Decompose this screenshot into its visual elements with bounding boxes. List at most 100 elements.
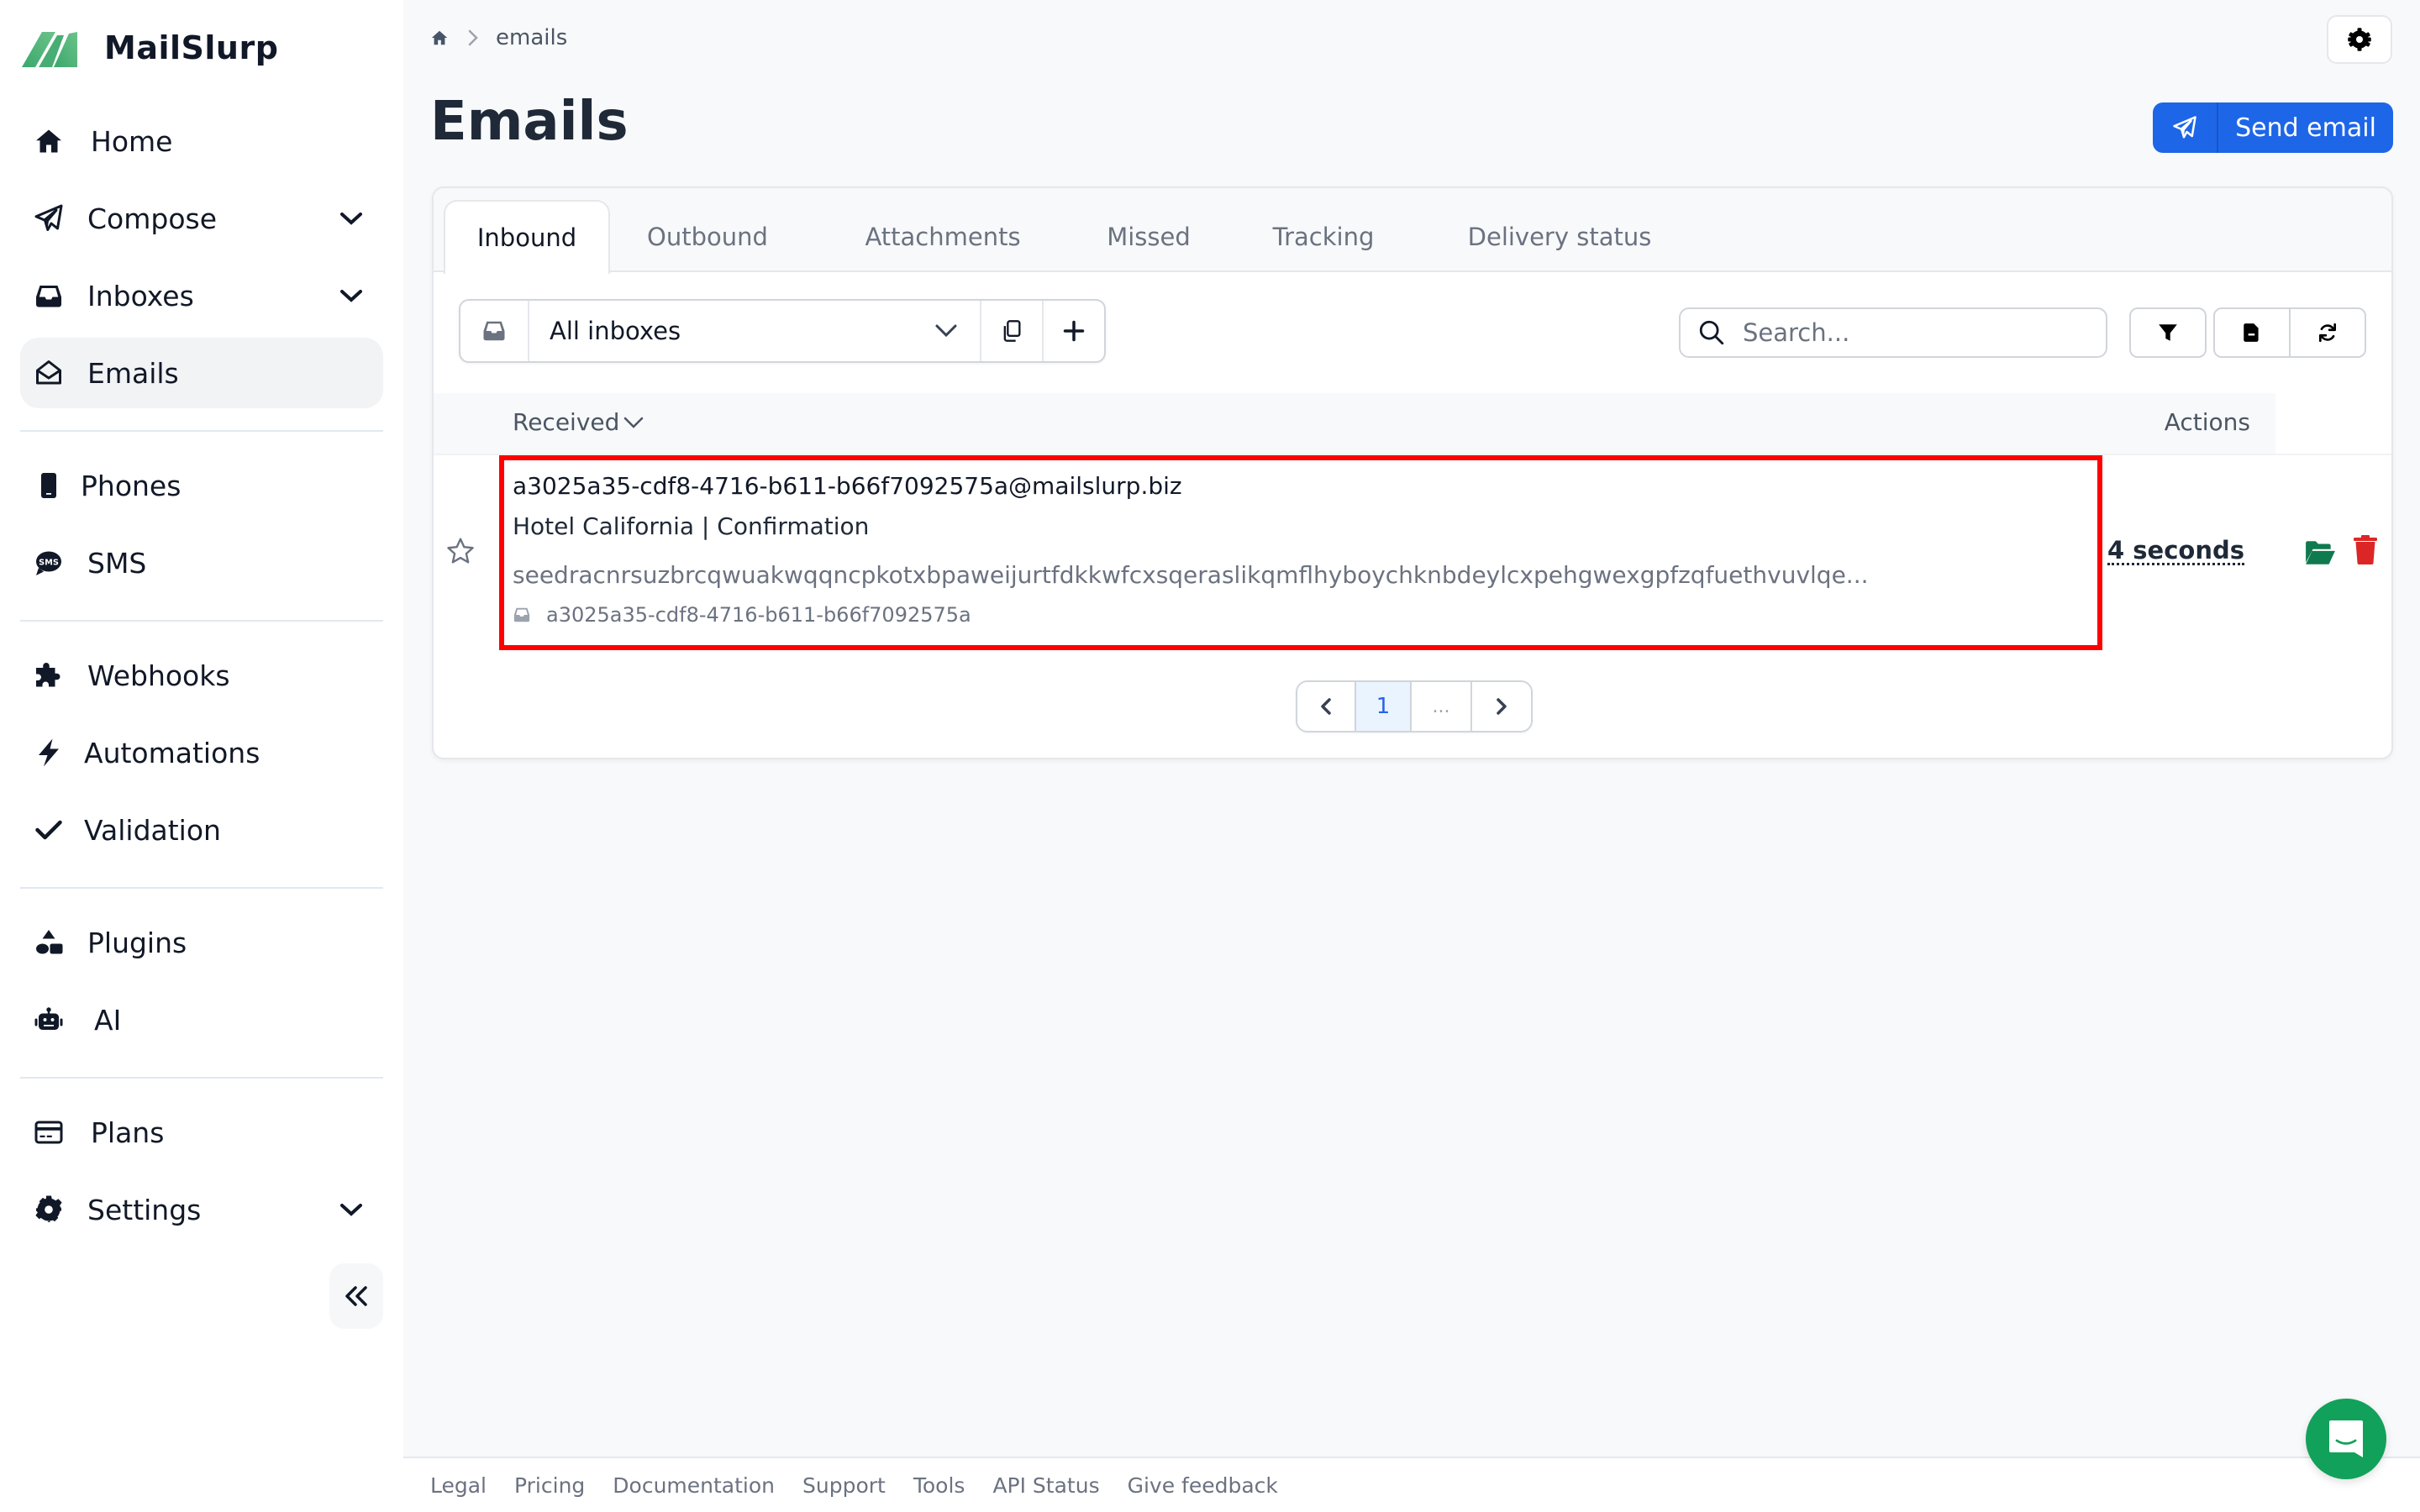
footer-links: Legal Pricing Documentation Support Tool… [430, 1473, 1306, 1498]
sidebar-item-compose[interactable]: Compose [20, 183, 383, 254]
page-settings-button[interactable] [2327, 15, 2392, 64]
tab-attachments[interactable]: Attachments [834, 200, 1052, 274]
sidebar-item-plans[interactable]: Plans [20, 1097, 383, 1168]
footer-link-give-feedback[interactable]: Give feedback [1128, 1473, 1278, 1498]
chevron-down-icon [935, 324, 957, 338]
brand-name: MailSlurp [104, 29, 279, 66]
sidebar-item-sms[interactable]: SMS SMS [20, 528, 383, 598]
sidebar-divider [20, 430, 383, 432]
home-icon[interactable] [430, 29, 449, 47]
chevron-down-icon[interactable] [339, 1201, 363, 1218]
sms-icon: SMS [32, 546, 66, 580]
chevron-left-icon [1321, 698, 1331, 715]
sidebar-item-label: Automations [84, 736, 260, 769]
chevron-right-icon [1497, 698, 1507, 715]
sidebar-item-plugins[interactable]: Plugins [20, 907, 383, 978]
star-icon[interactable] [445, 536, 476, 566]
credit-card-icon [32, 1116, 66, 1149]
refresh-icon [2318, 323, 2337, 343]
tab-bar: Inbound Outbound Attachments Missed Trac… [434, 188, 2391, 274]
collapse-sidebar-button[interactable] [329, 1263, 383, 1329]
pagination: 1 ... [1296, 680, 1533, 732]
inbox-id-text: a3025a35-cdf8-4716-b611-b66f7092575a [546, 603, 971, 627]
sidebar-divider [20, 1077, 383, 1079]
sidebar-item-emails[interactable]: Emails [20, 338, 383, 408]
mobile-phone-icon [32, 469, 66, 502]
column-header-actions: Actions [2164, 408, 2250, 436]
sidebar-item-phones[interactable]: Phones [20, 450, 383, 521]
sidebar-item-label: Phones [81, 469, 182, 502]
breadcrumb: emails [430, 24, 567, 52]
sidebar-item-label: Webhooks [87, 659, 230, 692]
sidebar-divider [20, 887, 383, 889]
folder-open-icon[interactable] [2304, 539, 2336, 566]
email-subject: Hotel California | Confirmation [513, 512, 870, 540]
tab-outbound[interactable]: Outbound [623, 200, 792, 274]
send-email-button[interactable]: Send email [2153, 102, 2393, 153]
sidebar-item-validation[interactable]: Validation [20, 795, 383, 865]
chevron-right-icon [468, 29, 478, 46]
sidebar-item-home[interactable]: Home [20, 106, 383, 176]
copy-button[interactable] [981, 301, 1044, 361]
support-chat-button[interactable] [2306, 1399, 2386, 1479]
puzzle-icon [32, 659, 66, 692]
paper-plane-icon [2153, 102, 2218, 153]
export-button[interactable] [2215, 309, 2291, 356]
footer-link-tools[interactable]: Tools [913, 1473, 965, 1498]
sidebar-item-label: Inboxes [87, 279, 194, 312]
filter-button[interactable] [2129, 307, 2207, 358]
inbox-select-dropdown[interactable]: All inboxes [529, 301, 981, 361]
sidebar-item-label: Compose [87, 202, 218, 235]
sidebar-item-inboxes[interactable]: Inboxes [20, 260, 383, 331]
chevron-down-icon [624, 417, 644, 428]
search-icon [1699, 320, 1724, 345]
inbox-select-value: All inboxes [550, 317, 681, 345]
page-title: Emails [430, 91, 629, 153]
brand-logo[interactable]: MailSlurp [20, 25, 278, 71]
sidebar-item-label: SMS [87, 546, 147, 580]
sidebar-item-automations[interactable]: Automations [20, 717, 383, 788]
footer-link-api-status[interactable]: API Status [992, 1473, 1099, 1498]
sidebar-item-label: Plugins [87, 926, 187, 959]
sidebar-item-label: Home [91, 124, 173, 158]
table-row: a3025a35-cdf8-4716-b611-b66f7092575a@mai… [434, 455, 2391, 654]
plus-icon [1063, 320, 1085, 342]
tab-delivery-status[interactable]: Delivery status [1434, 200, 1686, 274]
inbox-selector: All inboxes [459, 299, 1106, 363]
page-1-button[interactable]: 1 [1356, 682, 1412, 731]
tab-tracking[interactable]: Tracking [1245, 200, 1402, 274]
tab-missed[interactable]: Missed [1086, 200, 1212, 274]
add-inbox-button[interactable] [1044, 301, 1104, 361]
sidebar-item-label: Plans [91, 1116, 165, 1149]
footer-link-legal[interactable]: Legal [430, 1473, 487, 1498]
sidebar-item-label: AI [94, 1003, 122, 1037]
sort-received-button[interactable]: Received [513, 408, 644, 436]
search-input[interactable] [1743, 318, 2079, 347]
check-icon [32, 813, 66, 847]
send-email-label: Send email [2235, 113, 2376, 143]
sidebar-item-settings[interactable]: Settings [20, 1174, 383, 1245]
trash-icon[interactable] [2353, 534, 2378, 564]
previous-page-button[interactable] [1297, 682, 1356, 731]
gear-icon [32, 1193, 66, 1226]
sidebar-item-webhooks[interactable]: Webhooks [20, 640, 383, 711]
received-time[interactable]: 4 seconds [2107, 538, 2244, 565]
chevron-down-icon[interactable] [339, 287, 363, 304]
chevron-down-icon[interactable] [339, 210, 363, 227]
paper-plane-icon [32, 202, 66, 235]
tab-inbound[interactable]: Inbound [444, 200, 610, 274]
email-body-preview: seedracnrsuzbrcqwuakwqqncpkotxbpaweijurt… [513, 561, 1869, 589]
shapes-icon [32, 926, 66, 959]
footer-link-pricing[interactable]: Pricing [514, 1473, 585, 1498]
breadcrumb-current: emails [496, 25, 568, 50]
footer-link-documentation[interactable]: Documentation [613, 1473, 775, 1498]
footer-link-support[interactable]: Support [802, 1473, 886, 1498]
mailslurp-logo-icon [22, 32, 77, 67]
svg-text:SMS: SMS [39, 558, 59, 567]
search-box [1679, 307, 2107, 358]
refresh-button[interactable] [2291, 309, 2365, 356]
next-page-button[interactable] [1472, 682, 1531, 731]
sidebar-item-ai[interactable]: AI [20, 984, 383, 1055]
sidebar-item-label: Settings [87, 1193, 202, 1226]
filter-icon [2159, 324, 2177, 341]
